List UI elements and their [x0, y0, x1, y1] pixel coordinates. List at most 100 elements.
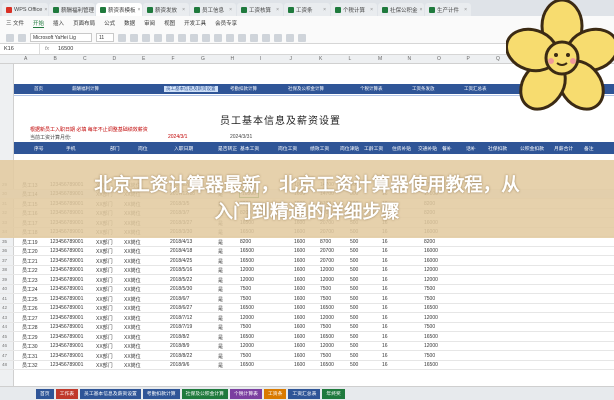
cell-total[interactable]: 12000: [424, 267, 438, 273]
cell-date[interactable]: 2018/4/13: [170, 239, 192, 245]
nav-band-link[interactable]: 工资汇总表: [464, 86, 487, 92]
cell-p5[interactable]: 16: [382, 296, 388, 302]
close-icon[interactable]: ×: [44, 7, 47, 13]
cell-p5[interactable]: 16: [382, 353, 388, 359]
ribbon-menu-item[interactable]: 审阅: [144, 19, 155, 28]
cell-phone[interactable]: 123456789001: [50, 296, 83, 302]
column-letter[interactable]: O: [437, 56, 441, 62]
cell-phone[interactable]: 123456789001: [50, 286, 83, 292]
cell-dept[interactable]: XX部门: [96, 343, 113, 350]
cell-p2[interactable]: 1600: [294, 343, 305, 349]
underline-icon[interactable]: [142, 33, 150, 42]
cell-total[interactable]: 12000: [424, 277, 438, 283]
cell-p2[interactable]: 1600: [294, 239, 305, 245]
sum-icon[interactable]: [274, 33, 282, 42]
cell-p3[interactable]: 7500: [320, 324, 331, 330]
column-letter[interactable]: M: [378, 56, 382, 62]
cell-date[interactable]: 2018/6/27: [170, 305, 192, 311]
table-row[interactable]: 45 员工29 123456789001 XX部门 XX岗位 2018/8/2 是 16500…: [0, 332, 614, 342]
cell-pos[interactable]: XX岗位: [124, 315, 141, 322]
cell-reg[interactable]: 是: [218, 324, 223, 331]
cell-total[interactable]: 7500: [424, 324, 435, 330]
cell-id[interactable]: 员工26: [22, 305, 38, 312]
sheet-tab[interactable]: 工资条: [263, 388, 287, 399]
column-letter[interactable]: B: [54, 56, 57, 62]
table-style-icon[interactable]: [262, 33, 270, 42]
cell-phone[interactable]: 123456789001: [50, 343, 83, 349]
cell-p3[interactable]: 8700: [320, 239, 331, 245]
merge-icon[interactable]: [214, 33, 222, 42]
cell-p4[interactable]: 500: [350, 305, 358, 311]
cell-p3[interactable]: 20700: [320, 258, 334, 264]
font-select[interactable]: Microsoft YaHei Lig: [30, 33, 92, 42]
ribbon-menu-item[interactable]: 公式: [104, 19, 115, 28]
cell-p5[interactable]: 16: [382, 239, 388, 245]
cell-pos[interactable]: XX岗位: [124, 305, 141, 312]
cell-base[interactable]: 7500: [240, 353, 251, 359]
cell-dept[interactable]: XX部门: [96, 305, 113, 312]
sheet-tab[interactable]: 考勤扣款计算: [142, 388, 180, 399]
cell-p5[interactable]: 16: [382, 258, 388, 264]
cell-total[interactable]: 7500: [424, 286, 435, 292]
cell-date[interactable]: 2018/8/2: [170, 334, 189, 340]
cell-p4[interactable]: 500: [350, 248, 358, 254]
close-icon[interactable]: ×: [420, 7, 423, 13]
browser-tab[interactable]: 薪酬福利管理×: [49, 3, 95, 16]
cell-date[interactable]: 2018/9/6: [170, 362, 189, 368]
cell-base[interactable]: 16500: [240, 305, 254, 311]
cell-p5[interactable]: 16: [382, 248, 388, 254]
ribbon-menu-item[interactable]: 开始: [33, 19, 45, 28]
align-left-icon[interactable]: [178, 33, 186, 42]
cell-base[interactable]: 12000: [240, 277, 254, 283]
cell-p4[interactable]: 500: [350, 267, 358, 273]
ribbon-menu-item[interactable]: 数据: [124, 19, 135, 28]
cell-p3[interactable]: 12000: [320, 315, 334, 321]
cell-p5[interactable]: 16: [382, 315, 388, 321]
cell-p3[interactable]: 12000: [320, 343, 334, 349]
cell-p3[interactable]: 12000: [320, 267, 334, 273]
ribbon-menu-item[interactable]: 三 文件: [6, 19, 24, 28]
column-letter[interactable]: A: [24, 56, 27, 62]
cell-date[interactable]: 2018/7/12: [170, 315, 192, 321]
cell-base[interactable]: 7500: [240, 324, 251, 330]
column-letter[interactable]: E: [142, 56, 145, 62]
cell-phone[interactable]: 123456789001: [50, 324, 83, 330]
cell-phone[interactable]: 123456789001: [50, 248, 83, 254]
browser-tab[interactable]: 薪资发放 ×: [143, 3, 189, 16]
cell-dept[interactable]: XX部门: [96, 286, 113, 293]
cut-icon[interactable]: [18, 33, 26, 42]
cell-date[interactable]: 2018/4/18: [170, 248, 192, 254]
cell-date[interactable]: 2018/6/7: [170, 296, 189, 302]
cell-p5[interactable]: 16: [382, 362, 388, 368]
cell-p4[interactable]: 500: [350, 362, 358, 368]
cell-base[interactable]: 16500: [240, 334, 254, 340]
cell-dept[interactable]: XX部门: [96, 324, 113, 331]
sheet-tab[interactable]: 工资汇总表: [288, 388, 321, 399]
cell-p5[interactable]: 16: [382, 324, 388, 330]
close-icon[interactable]: ×: [182, 7, 185, 13]
cell-reg[interactable]: 是: [218, 258, 223, 265]
cell-phone[interactable]: 123456789001: [50, 267, 83, 273]
cell-dept[interactable]: XX部门: [96, 239, 113, 246]
cell-id[interactable]: 员工24: [22, 286, 38, 293]
font-size-select[interactable]: 11: [96, 33, 114, 42]
cell-dept[interactable]: XX部门: [96, 258, 113, 265]
table-row[interactable]: 44 员工28 123456789001 XX部门 XX岗位 2018/7/19 是 7500…: [0, 323, 614, 332]
cell-id[interactable]: 员工23: [22, 277, 38, 284]
cell-p3[interactable]: 7500: [320, 353, 331, 359]
cell-id[interactable]: 员工30: [22, 343, 38, 350]
cell-base[interactable]: 12000: [240, 343, 254, 349]
cell-pos[interactable]: XX岗位: [124, 239, 141, 246]
sheet-tab[interactable]: 员工基本信息及薪资设置: [80, 388, 141, 399]
cell-p4[interactable]: 500: [350, 239, 358, 245]
cell-phone[interactable]: 123456789001: [50, 315, 83, 321]
nav-band-link[interactable]: 薪酬福利计算: [72, 86, 99, 92]
cell-p2[interactable]: 1600: [294, 258, 305, 264]
cell-p4[interactable]: 500: [350, 324, 358, 330]
cell-p2[interactable]: 1600: [294, 277, 305, 283]
column-letter[interactable]: J: [290, 56, 293, 62]
browser-tab[interactable]: WPS Office ×: [2, 3, 48, 16]
cell-p4[interactable]: 500: [350, 315, 358, 321]
cell-reg[interactable]: 是: [218, 239, 223, 246]
cell-p3[interactable]: 20700: [320, 248, 334, 254]
